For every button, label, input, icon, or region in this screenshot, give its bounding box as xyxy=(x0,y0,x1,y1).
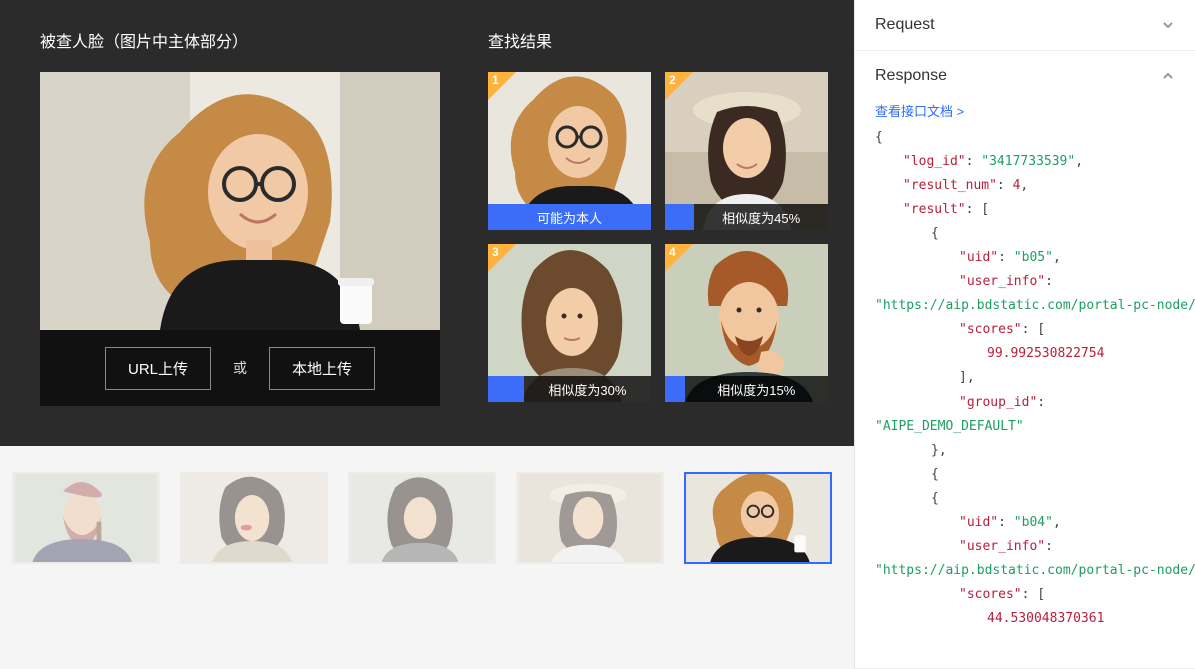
chevron-up-icon xyxy=(1161,69,1175,83)
response-title: Response xyxy=(875,67,947,85)
query-card: URL上传 或 本地上传 xyxy=(40,72,440,406)
result-label: 相似度为30% xyxy=(524,376,651,402)
score-bar xyxy=(488,376,524,402)
upload-row: URL上传 或 本地上传 xyxy=(40,330,440,406)
rank-badge: 4 xyxy=(665,244,693,272)
score-bar xyxy=(665,204,694,230)
results-grid: 1 可能为本人 xyxy=(488,72,828,402)
or-text: 或 xyxy=(233,358,247,378)
local-upload-button[interactable]: 本地上传 xyxy=(269,347,375,390)
result-item-3[interactable]: 3 相似度为30% xyxy=(488,244,651,402)
rank-badge: 3 xyxy=(488,244,516,272)
thumb-3[interactable] xyxy=(348,472,496,564)
result-item-2[interactable]: 2 相似度为45% xyxy=(665,72,828,230)
chevron-down-icon xyxy=(1161,18,1175,32)
url-upload-button[interactable]: URL上传 xyxy=(105,347,211,390)
sample-thumbnails xyxy=(0,446,854,669)
thumb-2[interactable] xyxy=(180,472,328,564)
result-item-1[interactable]: 1 可能为本人 xyxy=(488,72,651,230)
request-accordion: Request xyxy=(855,0,1195,51)
response-accordion: Response 查看接口文档 > {"log_id": "3417733539… xyxy=(855,51,1195,669)
response-json: {"log_id": "3417733539","result_num": 4,… xyxy=(875,126,1175,631)
query-image xyxy=(40,72,440,330)
response-header[interactable]: Response xyxy=(855,51,1195,101)
api-doc-link[interactable]: 查看接口文档 > xyxy=(875,101,964,120)
result-item-4[interactable]: 4 相似度为15% xyxy=(665,244,828,402)
result-label: 相似度为45% xyxy=(694,204,828,230)
query-title: 被查人脸（图片中主体部分） xyxy=(40,28,440,52)
request-title: Request xyxy=(875,16,935,34)
result-label: 相似度为15% xyxy=(685,376,828,402)
thumb-1[interactable] xyxy=(12,472,160,564)
rank-badge: 2 xyxy=(665,72,693,100)
results-title: 查找结果 xyxy=(488,28,828,52)
response-body: 查看接口文档 > {"log_id": "3417733539","result… xyxy=(855,101,1195,651)
score-bar xyxy=(665,376,685,402)
result-label: 可能为本人 xyxy=(488,204,651,230)
thumb-5[interactable] xyxy=(684,472,832,564)
query-face-illustration xyxy=(40,72,440,330)
request-header[interactable]: Request xyxy=(855,0,1195,50)
thumb-4[interactable] xyxy=(516,472,664,564)
rank-badge: 1 xyxy=(488,72,516,100)
